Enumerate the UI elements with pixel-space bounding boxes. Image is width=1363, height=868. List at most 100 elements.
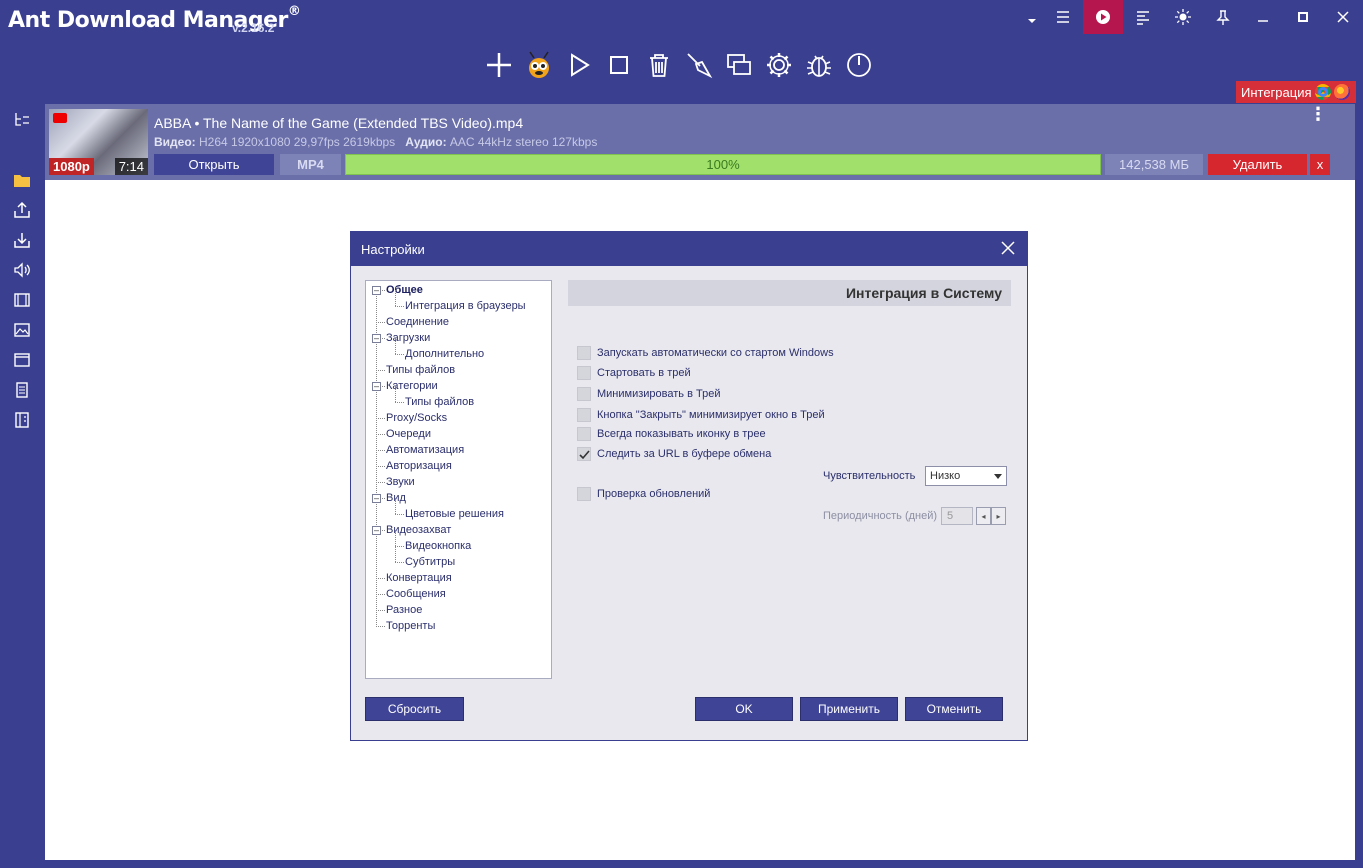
collapse-toggle-icon[interactable]: – (372, 334, 381, 343)
settings-button[interactable] (762, 46, 796, 84)
checkbox[interactable] (577, 487, 591, 501)
option-row[interactable]: Стартовать в трей (577, 365, 691, 381)
option-row[interactable]: Запускать автоматически со стартом Windo… (577, 345, 834, 361)
tree-item[interactable]: Торренты (386, 618, 435, 634)
tree-item[interactable]: Дополнительно (405, 346, 484, 362)
checkbox[interactable] (577, 427, 591, 441)
remove-from-list-button[interactable]: x (1310, 154, 1330, 175)
audio-icon[interactable] (12, 260, 32, 280)
checkbox[interactable] (577, 387, 591, 401)
close-icon[interactable] (1323, 0, 1363, 34)
debug-button[interactable] (802, 46, 836, 84)
integration-badge[interactable]: Интеграция (1236, 81, 1356, 103)
more-options-icon[interactable]: ⋮ (1309, 105, 1327, 123)
sensitivity-value: Низко (930, 470, 961, 482)
delete-download-button[interactable]: Удалить (1208, 154, 1307, 175)
tree-item[interactable]: Соединение (386, 314, 449, 330)
reset-button[interactable]: Сбросить (365, 697, 464, 721)
bug-icon (807, 55, 831, 77)
speed-limit-icon[interactable] (1123, 0, 1163, 34)
collapse-toggle-icon[interactable]: – (372, 286, 381, 295)
tree-item[interactable]: Интеграция в браузеры (405, 298, 526, 314)
checkmark-icon (578, 449, 590, 459)
sensitivity-select[interactable]: Низко (925, 466, 1007, 486)
ant-mascot-button[interactable] (522, 46, 556, 84)
video-label: Видео: (154, 135, 196, 149)
tree-item[interactable]: Сообщения (386, 586, 446, 602)
tree-item[interactable]: Автоматизация (386, 442, 464, 458)
clean-button[interactable] (682, 46, 716, 84)
option-row[interactable]: Кнопка "Закрыть" минимизирует окно в Тре… (577, 407, 825, 423)
video-film-icon[interactable] (12, 290, 32, 310)
audio-info: AAC 44kHz stereo 127kbps (449, 135, 598, 149)
tree-item[interactable]: Категории (386, 378, 438, 394)
pin-icon[interactable] (1203, 0, 1243, 34)
sensitivity-label: Чувствительность (823, 470, 916, 482)
apply-button[interactable]: Применить (800, 697, 898, 721)
add-download-button[interactable] (482, 46, 516, 84)
checkbox[interactable] (577, 346, 591, 360)
tree-item[interactable]: Конвертация (386, 570, 452, 586)
collapse-toggle-icon[interactable]: – (372, 382, 381, 391)
tree-view-icon[interactable] (12, 110, 32, 130)
video-thumbnail[interactable]: 1080p 7:14 (49, 109, 148, 175)
tree-item[interactable]: Очереди (386, 426, 431, 442)
download-item[interactable]: 1080p 7:14 ABBA • The Name of the Game (… (45, 104, 1355, 180)
tree-item[interactable]: Разное (386, 602, 422, 618)
delete-button[interactable] (642, 46, 676, 84)
tree-connector (376, 450, 385, 451)
increment-arrow-icon[interactable]: ▸ (991, 507, 1006, 525)
tree-item[interactable]: Цветовые решения (405, 506, 504, 522)
checkbox[interactable] (577, 366, 591, 380)
upload-icon[interactable] (12, 200, 32, 220)
checkbox[interactable] (577, 408, 591, 422)
stop-button[interactable] (602, 46, 636, 84)
collapse-toggle-icon[interactable]: – (372, 526, 381, 535)
option-row[interactable]: Следить за URL в буфере обмена (577, 446, 771, 462)
quality-badge: 1080p (49, 158, 94, 175)
tree-item[interactable]: Видеокнопка (405, 538, 471, 554)
option-label: Всегда показывать иконку в трее (597, 428, 766, 440)
image-icon[interactable] (12, 320, 32, 340)
menu-icon[interactable] (1043, 0, 1083, 34)
tree-item[interactable]: Загрузки (386, 330, 430, 346)
ok-button[interactable]: OK (695, 697, 793, 721)
option-label: Следить за URL в буфере обмена (597, 448, 772, 460)
download-icon[interactable] (12, 230, 32, 250)
record-play-icon[interactable] (1083, 0, 1123, 34)
maximize-icon[interactable] (1283, 0, 1323, 34)
cancel-button[interactable]: Отменить (905, 697, 1003, 721)
tree-item[interactable]: Типы файлов (405, 394, 474, 410)
folder-icon[interactable] (12, 170, 32, 190)
checkbox-checked[interactable] (577, 447, 591, 461)
collapse-toggle-icon[interactable]: – (372, 494, 381, 503)
tree-item[interactable]: Типы файлов (386, 362, 455, 378)
theme-sun-icon[interactable] (1163, 0, 1203, 34)
start-button[interactable] (562, 46, 596, 84)
app-version: v.2.16.2 (232, 21, 275, 35)
program-window-icon[interactable] (12, 350, 32, 370)
minimize-icon[interactable] (1243, 0, 1283, 34)
option-row[interactable]: Минимизировать в Трей (577, 386, 720, 402)
shutdown-button[interactable] (842, 46, 876, 84)
decrement-arrow-icon[interactable]: ◂ (976, 507, 991, 525)
tree-item[interactable]: Субтитры (405, 554, 455, 570)
trash-icon (650, 54, 668, 77)
period-input[interactable]: 5 (941, 507, 973, 525)
option-row[interactable]: Проверка обновлений (577, 486, 710, 502)
dropdown-arrow-icon[interactable] (1021, 0, 1043, 34)
main-toolbar (482, 46, 876, 84)
tree-item[interactable]: Звуки (386, 474, 415, 490)
windows-button[interactable] (722, 46, 756, 84)
tree-connector (376, 466, 385, 467)
play-icon (571, 53, 590, 77)
archive-icon[interactable] (12, 410, 32, 430)
document-icon[interactable] (12, 380, 32, 400)
open-button[interactable]: Открыть (154, 154, 274, 175)
tree-item[interactable]: Общее (386, 282, 423, 298)
option-row[interactable]: Всегда показывать иконку в трее (577, 426, 766, 442)
tree-guide-line (395, 530, 396, 546)
tree-item[interactable]: Авторизация (386, 458, 452, 474)
dialog-close-icon[interactable] (1001, 241, 1015, 255)
tree-item[interactable]: Proxy/Socks (386, 410, 447, 426)
